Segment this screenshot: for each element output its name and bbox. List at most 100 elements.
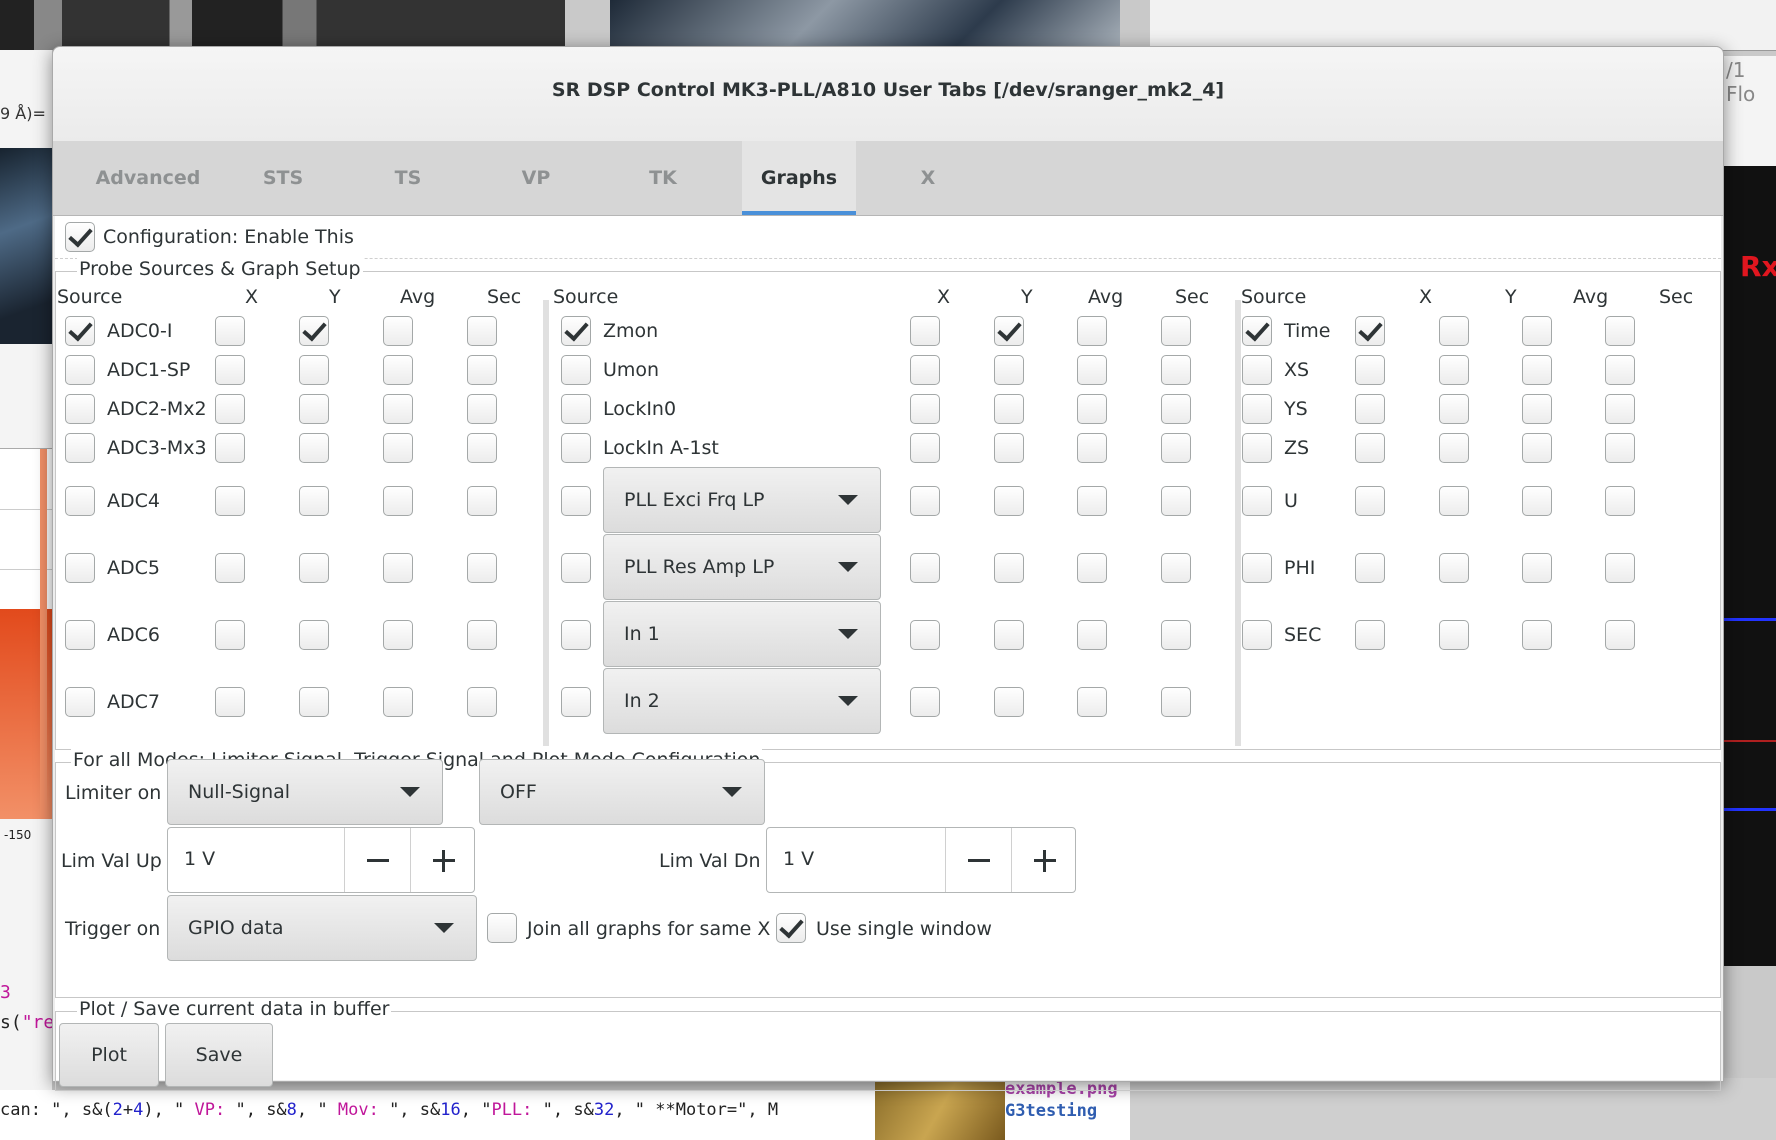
y-checkbox[interactable] (1439, 394, 1469, 424)
sec-checkbox[interactable] (1161, 486, 1191, 516)
source-checkbox[interactable] (561, 316, 591, 346)
lim-up-spinner[interactable]: 1 V (167, 827, 475, 893)
sec-checkbox[interactable] (1161, 687, 1191, 717)
tab-vp[interactable]: VP (481, 141, 591, 215)
sec-checkbox[interactable] (467, 486, 497, 516)
sec-checkbox[interactable] (1605, 620, 1635, 650)
y-checkbox[interactable] (994, 355, 1024, 385)
x-checkbox[interactable] (910, 355, 940, 385)
enable-config-checkbox[interactable] (65, 222, 95, 252)
y-checkbox[interactable] (299, 620, 329, 650)
sec-checkbox[interactable] (1605, 394, 1635, 424)
y-checkbox[interactable] (994, 620, 1024, 650)
source-checkbox[interactable] (1242, 316, 1272, 346)
sec-checkbox[interactable] (1605, 553, 1635, 583)
x-checkbox[interactable] (215, 355, 245, 385)
plot-button[interactable]: Plot (59, 1023, 159, 1087)
x-checkbox[interactable] (1355, 486, 1385, 516)
y-checkbox[interactable] (994, 486, 1024, 516)
y-checkbox[interactable] (1439, 316, 1469, 346)
source-checkbox[interactable] (65, 433, 95, 463)
source-checkbox[interactable] (1242, 553, 1272, 583)
plus-icon[interactable] (410, 828, 477, 892)
tab-sts[interactable]: STS (228, 141, 338, 215)
x-checkbox[interactable] (215, 620, 245, 650)
sec-checkbox[interactable] (467, 687, 497, 717)
avg-checkbox[interactable] (383, 316, 413, 346)
y-checkbox[interactable] (1439, 486, 1469, 516)
source-checkbox[interactable] (1242, 486, 1272, 516)
source-checkbox[interactable] (561, 687, 591, 717)
y-checkbox[interactable] (299, 687, 329, 717)
source-checkbox[interactable] (1242, 355, 1272, 385)
x-checkbox[interactable] (1355, 355, 1385, 385)
single-window-checkbox[interactable] (776, 913, 806, 943)
source-dropdown[interactable]: In 2 (603, 668, 881, 734)
x-checkbox[interactable] (215, 486, 245, 516)
avg-checkbox[interactable] (1522, 620, 1552, 650)
y-checkbox[interactable] (1439, 620, 1469, 650)
avg-checkbox[interactable] (1077, 355, 1107, 385)
tab-graphs[interactable]: Graphs (742, 141, 856, 215)
avg-checkbox[interactable] (383, 355, 413, 385)
sec-checkbox[interactable] (467, 433, 497, 463)
source-checkbox[interactable] (65, 355, 95, 385)
sec-checkbox[interactable] (1605, 486, 1635, 516)
sec-checkbox[interactable] (1605, 433, 1635, 463)
y-checkbox[interactable] (299, 553, 329, 583)
plus-icon[interactable] (1011, 828, 1078, 892)
x-checkbox[interactable] (910, 553, 940, 583)
avg-checkbox[interactable] (383, 687, 413, 717)
sec-checkbox[interactable] (1161, 316, 1191, 346)
x-checkbox[interactable] (215, 553, 245, 583)
y-checkbox[interactable] (994, 687, 1024, 717)
y-checkbox[interactable] (299, 433, 329, 463)
avg-checkbox[interactable] (383, 620, 413, 650)
avg-checkbox[interactable] (1522, 355, 1552, 385)
minus-icon[interactable] (344, 828, 411, 892)
save-button[interactable]: Save (165, 1023, 273, 1087)
x-checkbox[interactable] (215, 687, 245, 717)
avg-checkbox[interactable] (1077, 316, 1107, 346)
avg-checkbox[interactable] (1077, 620, 1107, 650)
source-checkbox[interactable] (65, 687, 95, 717)
sec-checkbox[interactable] (1605, 355, 1635, 385)
y-checkbox[interactable] (994, 394, 1024, 424)
avg-checkbox[interactable] (1522, 486, 1552, 516)
source-checkbox[interactable] (65, 553, 95, 583)
x-checkbox[interactable] (1355, 620, 1385, 650)
sec-checkbox[interactable] (1161, 433, 1191, 463)
y-checkbox[interactable] (1439, 433, 1469, 463)
avg-checkbox[interactable] (1077, 394, 1107, 424)
source-checkbox[interactable] (65, 394, 95, 424)
lim-up-value[interactable]: 1 V (184, 848, 215, 870)
y-checkbox[interactable] (1439, 553, 1469, 583)
tab-tk[interactable]: TK (608, 141, 718, 215)
source-checkbox[interactable] (1242, 433, 1272, 463)
x-checkbox[interactable] (910, 394, 940, 424)
lim-dn-value[interactable]: 1 V (783, 848, 814, 870)
sec-checkbox[interactable] (1161, 620, 1191, 650)
source-checkbox[interactable] (561, 620, 591, 650)
y-checkbox[interactable] (299, 316, 329, 346)
join-graphs-checkbox[interactable] (487, 913, 517, 943)
y-checkbox[interactable] (299, 355, 329, 385)
source-dropdown[interactable]: PLL Exci Frq LP (603, 467, 881, 533)
source-dropdown[interactable]: PLL Res Amp LP (603, 534, 881, 600)
x-checkbox[interactable] (1355, 433, 1385, 463)
source-checkbox[interactable] (561, 394, 591, 424)
avg-checkbox[interactable] (383, 486, 413, 516)
avg-checkbox[interactable] (1077, 687, 1107, 717)
sec-checkbox[interactable] (467, 355, 497, 385)
sec-checkbox[interactable] (1605, 316, 1635, 346)
sec-checkbox[interactable] (467, 620, 497, 650)
avg-checkbox[interactable] (383, 553, 413, 583)
avg-checkbox[interactable] (1522, 394, 1552, 424)
avg-checkbox[interactable] (1077, 433, 1107, 463)
tab-ts[interactable]: TS (353, 141, 463, 215)
x-checkbox[interactable] (215, 316, 245, 346)
source-checkbox[interactable] (1242, 394, 1272, 424)
x-checkbox[interactable] (910, 486, 940, 516)
sec-checkbox[interactable] (467, 394, 497, 424)
y-checkbox[interactable] (994, 553, 1024, 583)
